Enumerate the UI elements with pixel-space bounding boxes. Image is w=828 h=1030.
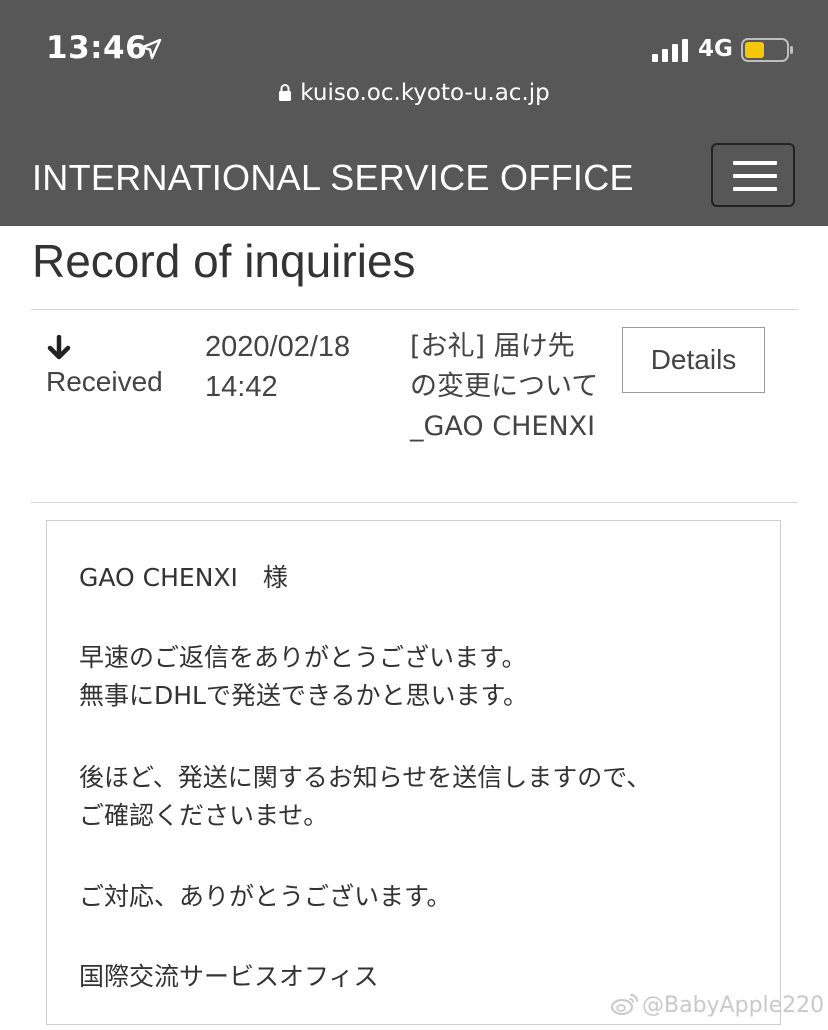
site-title[interactable]: INTERNATIONAL SERVICE OFFICE: [32, 157, 634, 199]
status-bar: 13:46 4G kuiso.oc.kyoto-u.ac.jp: [0, 0, 828, 126]
inquiry-status: Received: [46, 366, 163, 397]
cellular-signal-icon: [652, 39, 688, 62]
message-line: 無事にDHLで発送できるかと思います。: [79, 681, 528, 710]
inquiry-time: 14:42: [205, 371, 278, 403]
battery-icon: [741, 38, 793, 62]
message-line: 後ほど、発送に関するお知らせを送信しますので、: [79, 763, 652, 792]
divider-top: [31, 309, 798, 310]
inquiry-datetime: 2020/02/18 14:42: [205, 327, 350, 407]
inquiry-subject: [お礼] 届け先の変更について_GAO CHENXI: [410, 331, 599, 442]
url-text: kuiso.oc.kyoto-u.ac.jp: [300, 80, 550, 106]
details-button[interactable]: Details: [622, 327, 765, 393]
site-header: INTERNATIONAL SERVICE OFFICE: [0, 126, 828, 226]
status-time: 13:46: [46, 30, 148, 66]
location-arrow-icon: [140, 38, 162, 60]
network-type: 4G: [698, 36, 733, 62]
watermark-text: @BabyApple220: [642, 993, 825, 1018]
lock-icon: [279, 84, 292, 101]
inquiry-date: 2020/02/18: [205, 331, 351, 363]
message-line: ご対応、ありがとうございます。: [79, 882, 452, 911]
url-bar[interactable]: kuiso.oc.kyoto-u.ac.jp: [0, 80, 828, 106]
watermark: @BabyApple220: [610, 992, 824, 1018]
message-greeting: GAO CHENXI 様: [79, 563, 288, 592]
divider-bottom: [31, 502, 798, 503]
page-title: Record of inquiries: [32, 235, 416, 287]
message-box: GAO CHENXI 様 早速のご返信をありがとうございます。 無事にDHLで発…: [46, 520, 781, 1025]
arrow-down-icon: [47, 335, 71, 360]
weibo-icon: [611, 994, 638, 1015]
message-signature: 国際交流サービスオフィス: [79, 962, 379, 991]
message-line: ご確認くださいませ。: [79, 801, 329, 830]
message-line: 早速のご返信をありがとうございます。: [79, 643, 527, 672]
menu-button[interactable]: [711, 143, 795, 207]
